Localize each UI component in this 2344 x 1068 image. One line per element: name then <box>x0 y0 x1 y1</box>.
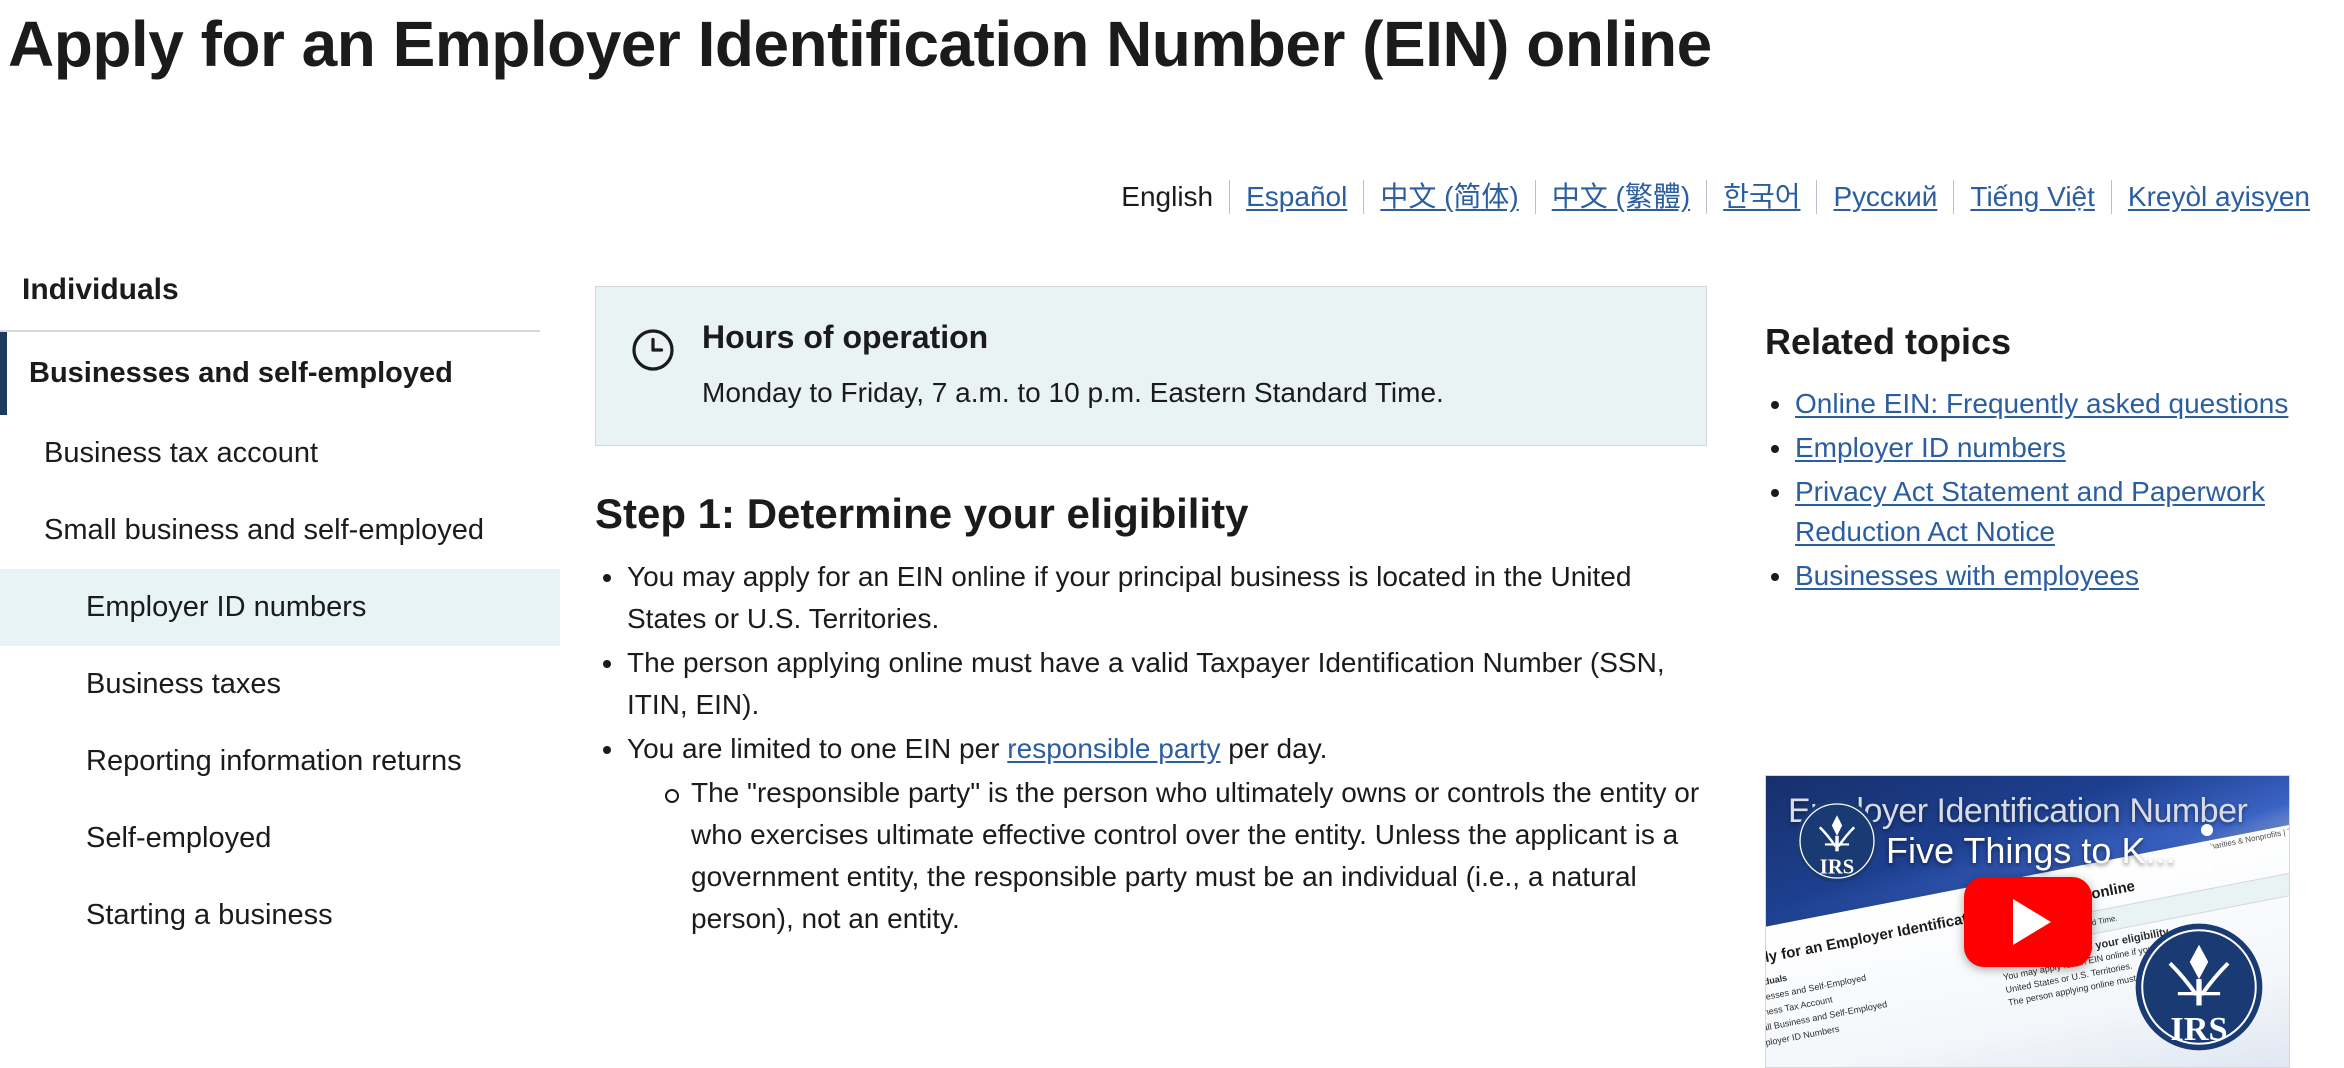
sidebar-item-businesses-and-self-employed[interactable]: Businesses and self-employed <box>0 332 560 415</box>
sidebar-link-self-employed[interactable]: Self-employed <box>0 800 560 877</box>
video-menu-dots-icon <box>2201 824 2213 874</box>
language-korean[interactable]: 한국어 <box>1707 180 1816 214</box>
related-topic-item[interactable]: Businesses with employees <box>1765 556 2290 596</box>
related-topic-item[interactable]: Privacy Act Statement and Paperwork Redu… <box>1765 472 2290 552</box>
related-topics-list: Online EIN: Frequently asked questions E… <box>1765 384 2290 596</box>
sidebar-item-starting-a-business[interactable]: Starting a business <box>0 877 560 954</box>
sidebar-link-small-business-and-self-employed[interactable]: Small business and self-employed <box>0 492 560 569</box>
related-topic-item[interactable]: Online EIN: Frequently asked questions <box>1765 384 2290 424</box>
related-link-privacy-act-statement[interactable]: Privacy Act Statement and Paperwork Redu… <box>1795 476 2265 547</box>
eligibility-sub-bullet-1: The "responsible party" is the person wh… <box>659 772 1707 940</box>
responsible-party-link[interactable]: responsible party <box>1007 733 1220 764</box>
related-topics-heading: Related topics <box>1765 321 2012 362</box>
hours-text-wrap: Hours of operation Monday to Friday, 7 a… <box>702 317 1672 411</box>
svg-text:IRS: IRS <box>2170 1010 2227 1048</box>
language-chinese-traditional[interactable]: 中文 (繁體) <box>1536 180 1706 214</box>
sidebar-link-starting-a-business[interactable]: Starting a business <box>0 877 560 954</box>
related-link-online-ein-faq[interactable]: Online EIN: Frequently asked questions <box>1795 388 2288 419</box>
eligibility-bullet-2: The person applying online must have a v… <box>595 642 1707 726</box>
related-topic-item[interactable]: Employer ID numbers <box>1765 428 2290 468</box>
sidebar-link-businesses-and-self-employed[interactable]: Businesses and self-employed <box>0 332 560 415</box>
eligibility-bullet-2-text: The person applying online must have a v… <box>627 647 1665 720</box>
sidebar-link-employer-id-numbers[interactable]: Employer ID numbers <box>0 569 560 646</box>
sidebar-item-business-tax-account[interactable]: Business tax account <box>0 415 560 492</box>
eligibility-bullet-1-text: You may apply for an EIN online if your … <box>627 561 1632 634</box>
eligibility-bullet-1: You may apply for an EIN online if your … <box>595 556 1707 640</box>
sidebar-heading-individuals[interactable]: Individuals <box>0 262 560 330</box>
related-link-businesses-with-employees[interactable]: Businesses with employees <box>1795 560 2139 591</box>
irs-seal-icon: IRS <box>2133 921 2265 1053</box>
youtube-play-icon[interactable] <box>1963 876 2092 967</box>
hours-detail: Monday to Friday, 7 a.m. to 10 p.m. East… <box>702 377 1444 408</box>
language-espanol[interactable]: Español <box>1230 180 1363 214</box>
language-selector: English Español 中文 (简体) 中文 (繁體) 한국어 Русс… <box>1105 180 2326 214</box>
eligibility-bullet-list: You may apply for an EIN online if your … <box>595 556 1707 940</box>
language-chinese-simplified[interactable]: 中文 (简体) <box>1364 180 1534 214</box>
language-russian[interactable]: Русский <box>1817 180 1953 214</box>
sidebar-item-business-taxes[interactable]: Business taxes <box>0 646 560 723</box>
sidebar-link-business-tax-account[interactable]: Business tax account <box>0 415 560 492</box>
sidebar-item-small-business-and-self-employed[interactable]: Small business and self-employed <box>0 492 560 569</box>
eligibility-bullet-3: You are limited to one EIN per responsib… <box>595 728 1707 940</box>
eligibility-sub-bullet-1-text: The "responsible party" is the person wh… <box>691 777 1700 934</box>
step-1-heading: Step 1: Determine your eligibility <box>595 490 1249 537</box>
language-haitian-creole[interactable]: Kreyòl ayisyen <box>2112 180 2326 214</box>
irs-ein-page: Apply for an Employer Identification Num… <box>0 0 2344 1068</box>
video-thumbnail[interactable]: Charities & Nonprofits | Tax Pros Apply … <box>1765 775 2290 1068</box>
irs-seal-icon: IRS <box>1794 798 1880 884</box>
sidebar-nav: Individuals Businesses and self-employed… <box>0 262 560 954</box>
sidebar-list: Businesses and self-employed Business ta… <box>0 332 560 954</box>
language-english[interactable]: English <box>1105 180 1229 214</box>
eligibility-bullet-3-prefix: You are limited to one EIN per <box>627 733 1008 764</box>
clock-icon <box>630 327 676 373</box>
sidebar-item-reporting-information-returns[interactable]: Reporting information returns <box>0 723 560 800</box>
sidebar-item-self-employed[interactable]: Self-employed <box>0 800 560 877</box>
sidebar-link-reporting-information-returns[interactable]: Reporting information returns <box>0 723 560 800</box>
sidebar-link-business-taxes[interactable]: Business taxes <box>0 646 560 723</box>
main-content: Hours of operation Monday to Friday, 7 a… <box>595 286 1707 942</box>
language-vietnamese[interactable]: Tiếng Việt <box>1954 180 2111 214</box>
related-link-employer-id-numbers[interactable]: Employer ID numbers <box>1795 432 2066 463</box>
eligibility-bullet-3-suffix: per day. <box>1220 733 1328 764</box>
related-topics-panel: Related topics Online EIN: Frequently as… <box>1765 320 2290 600</box>
svg-text:IRS: IRS <box>1820 857 1854 879</box>
page-title: Apply for an Employer Identification Num… <box>8 8 1712 80</box>
hours-title: Hours of operation <box>702 319 989 355</box>
video-subtitle-overlay: Five Things to K... <box>1886 830 2176 871</box>
sidebar-item-employer-id-numbers[interactable]: Employer ID numbers <box>0 569 560 646</box>
hours-of-operation-callout: Hours of operation Monday to Friday, 7 a… <box>595 286 1707 446</box>
eligibility-sub-bullet-list: The "responsible party" is the person wh… <box>659 772 1707 940</box>
